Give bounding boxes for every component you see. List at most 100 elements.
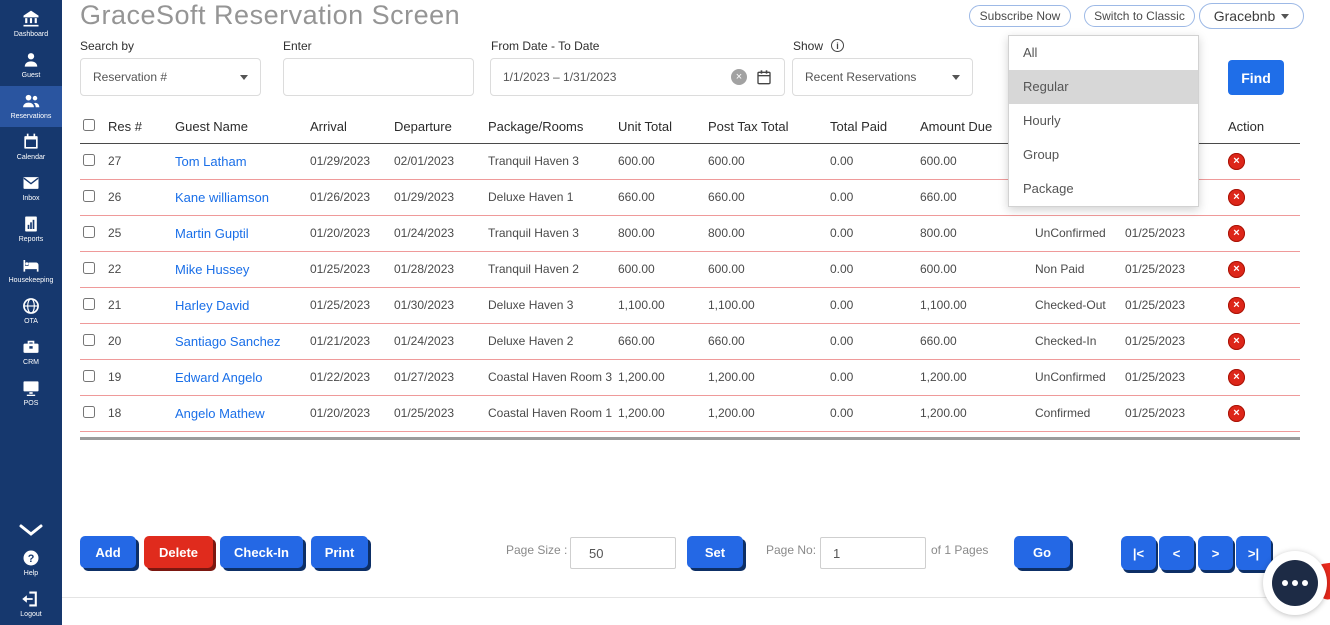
check-in-button[interactable]: Check-In	[220, 536, 303, 568]
sidebar-item-label: Reservations	[10, 113, 52, 120]
cell-status: UnConfirmed	[1035, 370, 1106, 384]
sidebar-expand-toggle[interactable]	[0, 518, 62, 543]
dropdown-option-all[interactable]: All	[1009, 36, 1198, 70]
account-menu-button[interactable]: Gracebnb	[1199, 3, 1304, 29]
previous-page-button[interactable]: <	[1159, 536, 1194, 570]
search-by-select[interactable]: Reservation #	[80, 58, 261, 96]
guest-name-link[interactable]: Angelo Mathew	[175, 406, 265, 421]
cell-package-rooms: Coastal Haven Room 3	[488, 370, 613, 384]
go-to-page-button[interactable]: Go	[1014, 536, 1070, 568]
first-page-button[interactable]: |<	[1121, 536, 1156, 570]
search-term-input[interactable]	[283, 58, 474, 96]
cell-package-rooms: Deluxe Haven 3	[488, 298, 574, 312]
sidebar-item-label: Logout	[20, 611, 42, 618]
cancel-reservation-icon[interactable]: ×	[1228, 368, 1245, 386]
enter-label: Enter	[283, 39, 312, 53]
pos-icon	[23, 381, 39, 396]
sidebar-item-ota[interactable]: OTA	[0, 291, 62, 332]
cancel-reservation-icon[interactable]: ×	[1228, 152, 1245, 170]
cell-unit-total: 1,200.00	[618, 406, 665, 420]
col-action: Action	[1228, 110, 1300, 144]
guest-name-link[interactable]: Martin Guptil	[175, 226, 249, 241]
sidebar-item-help[interactable]: ? Help	[0, 543, 62, 584]
row-checkbox[interactable]	[83, 261, 95, 274]
sidebar: Dashboard Guest Reservations Calendar In…	[0, 0, 62, 625]
sidebar-item-calendar[interactable]: Calendar	[0, 127, 62, 168]
sidebar-item-label: Inbox	[22, 195, 40, 202]
cell-arrival: 01/25/2023	[310, 298, 371, 312]
calendar-picker-icon[interactable]	[756, 69, 772, 85]
cell-booked-date: 01/25/2023	[1125, 298, 1186, 312]
subscribe-now-button[interactable]: Subscribe Now	[969, 5, 1071, 27]
cancel-reservation-icon[interactable]: ×	[1228, 332, 1245, 350]
cell-res-number: 19	[108, 370, 122, 384]
cell-departure: 01/28/2023	[394, 262, 455, 276]
switch-to-classic-button[interactable]: Switch to Classic	[1084, 5, 1195, 27]
dropdown-option-group[interactable]: Group	[1009, 138, 1198, 172]
select-all-checkbox[interactable]	[83, 118, 95, 131]
row-checkbox[interactable]	[83, 297, 95, 310]
reports-icon	[25, 216, 37, 232]
sidebar-item-logout[interactable]: Logout	[0, 584, 62, 625]
cancel-reservation-icon[interactable]: ×	[1228, 188, 1245, 206]
print-button[interactable]: Print	[311, 536, 368, 568]
sidebar-item-inbox[interactable]: Inbox	[0, 168, 62, 209]
chevron-down-icon	[952, 74, 960, 80]
cell-post-tax-total: 600.00	[708, 262, 745, 276]
ota-globe-icon	[23, 298, 39, 314]
cancel-reservation-icon[interactable]: ×	[1228, 224, 1245, 242]
sidebar-item-dashboard[interactable]: Dashboard	[0, 4, 62, 45]
guest-name-link[interactable]: Edward Angelo	[175, 370, 262, 385]
row-checkbox[interactable]	[83, 189, 95, 202]
page-size-input[interactable]	[570, 537, 676, 569]
row-checkbox[interactable]	[83, 153, 95, 166]
row-checkbox[interactable]	[83, 369, 95, 382]
row-checkbox[interactable]	[83, 225, 95, 238]
cell-total-paid: 0.00	[830, 406, 854, 420]
guest-name-link[interactable]: Tom Latham	[175, 154, 247, 169]
cancel-reservation-icon[interactable]: ×	[1228, 296, 1245, 314]
next-page-button[interactable]: >	[1198, 536, 1233, 570]
cell-departure: 02/01/2023	[394, 154, 455, 168]
col-departure: Departure	[394, 110, 488, 144]
guest-name-link[interactable]: Kane williamson	[175, 190, 269, 205]
page-no-input[interactable]	[820, 537, 926, 569]
dropdown-option-regular[interactable]: Regular	[1009, 70, 1198, 104]
cell-unit-total: 1,200.00	[618, 370, 665, 384]
sidebar-item-label: Dashboard	[13, 31, 49, 38]
sidebar-item-reports[interactable]: Reports	[0, 209, 62, 250]
sidebar-item-guest[interactable]: Guest	[0, 45, 62, 86]
sidebar-item-crm[interactable]: CRM	[0, 332, 62, 373]
chat-bubble-icon	[1272, 560, 1318, 606]
delete-button[interactable]: Delete	[144, 536, 213, 568]
row-checkbox[interactable]	[83, 405, 95, 418]
guest-name-link[interactable]: Mike Hussey	[175, 262, 249, 277]
show-label: Show	[793, 39, 824, 53]
sidebar-item-label: Guest	[21, 72, 41, 79]
cancel-reservation-icon[interactable]: ×	[1228, 260, 1245, 278]
set-page-size-button[interactable]: Set	[687, 536, 743, 568]
chat-widget-button[interactable]	[1263, 551, 1327, 615]
sidebar-item-housekeeping[interactable]: Housekeeping	[0, 250, 62, 291]
cell-res-number: 20	[108, 334, 122, 348]
dropdown-option-package[interactable]: Package	[1009, 172, 1198, 206]
show-select[interactable]: Recent Reservations	[792, 58, 973, 96]
guest-icon	[24, 53, 38, 67]
find-button[interactable]: Find	[1228, 60, 1284, 95]
dropdown-option-hourly[interactable]: Hourly	[1009, 104, 1198, 138]
sidebar-item-reservations[interactable]: Reservations	[0, 86, 62, 127]
sidebar-item-label: Calendar	[16, 154, 46, 161]
search-by-label: Search by	[80, 39, 135, 53]
cell-res-number: 21	[108, 298, 122, 312]
clear-date-icon[interactable]: ×	[731, 69, 747, 85]
add-button[interactable]: Add	[80, 536, 136, 568]
date-range-input[interactable]: 1/1/2023 – 1/31/2023 ×	[490, 58, 785, 96]
guest-name-link[interactable]: Santiago Sanchez	[175, 334, 281, 349]
cancel-reservation-icon[interactable]: ×	[1228, 404, 1245, 422]
row-checkbox[interactable]	[83, 333, 95, 346]
guest-name-link[interactable]: Harley David	[175, 298, 249, 313]
col-res-number: Res #	[108, 110, 175, 144]
sidebar-item-pos[interactable]: POS	[0, 373, 62, 414]
last-page-button[interactable]: >|	[1236, 536, 1271, 570]
cell-booked-date: 01/25/2023	[1125, 406, 1186, 420]
